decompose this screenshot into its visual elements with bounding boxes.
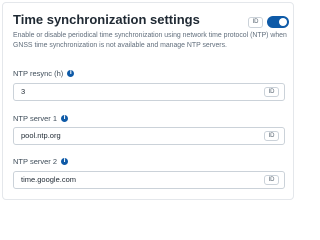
section-title: Time synchronization settings [13, 12, 200, 27]
ntp-server-2-value: time.google.com [21, 175, 77, 184]
ntp-server-2-label-text: NTP server 2 [13, 157, 58, 166]
ntp-resync-value: 3 [21, 87, 26, 96]
ntp-resync-label-text: NTP resync (h) [13, 69, 64, 78]
toggle-id-badge[interactable]: ID [248, 17, 263, 28]
time-sync-toggle[interactable] [267, 16, 289, 28]
ntp-server-2-id-badge[interactable]: ID [264, 175, 279, 185]
time-sync-card: Time synchronization settings Enable or … [2, 2, 294, 200]
info-icon[interactable]: i [61, 158, 69, 165]
ntp-server-2-input[interactable]: time.google.com ID [13, 171, 285, 189]
ntp-server-1-label: NTP server 1 i [13, 114, 69, 123]
ntp-server-1-label-text: NTP server 1 [13, 114, 58, 123]
ntp-server-2-label: NTP server 2 i [13, 157, 69, 166]
ntp-resync-input[interactable]: 3 ID [13, 83, 285, 101]
info-icon[interactable]: i [61, 115, 69, 122]
toggle-knob [279, 18, 287, 26]
ntp-resync-label: NTP resync (h) i [13, 69, 75, 78]
ntp-server-1-input[interactable]: pool.ntp.org ID [13, 127, 285, 145]
section-description: Enable or disable periodical time synchr… [13, 32, 287, 49]
ntp-server-1-value: pool.ntp.org [21, 131, 61, 140]
info-icon[interactable]: i [67, 70, 75, 77]
ntp-server-1-id-badge[interactable]: ID [264, 131, 279, 141]
ntp-resync-id-badge[interactable]: ID [264, 87, 279, 97]
